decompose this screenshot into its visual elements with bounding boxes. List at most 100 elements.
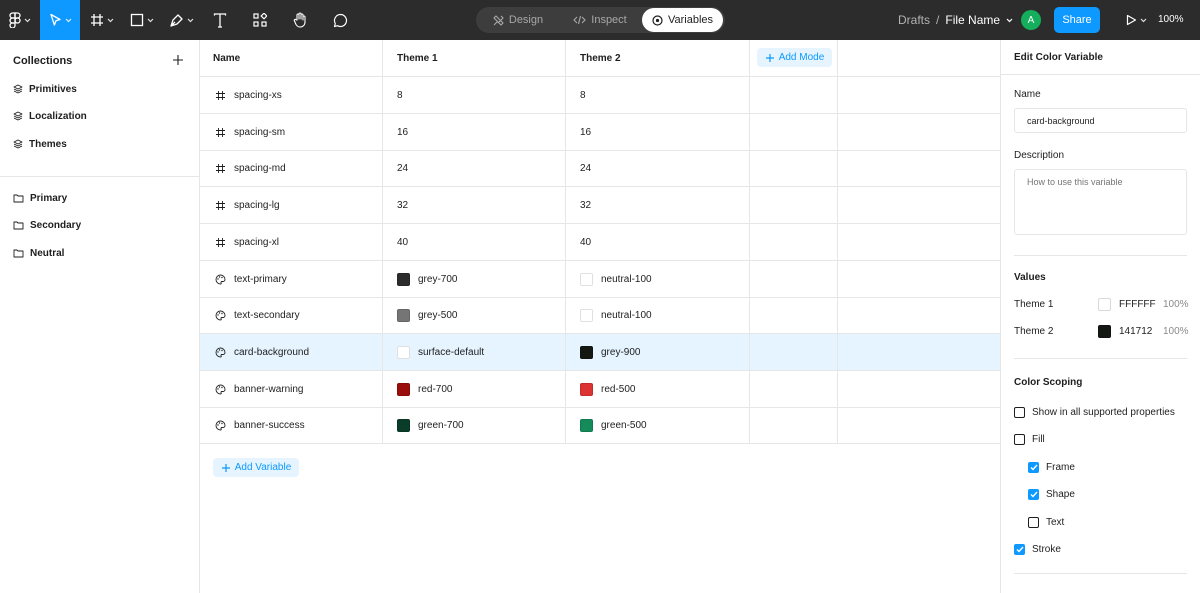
main-menu-button[interactable] <box>0 0 40 40</box>
folder-icon <box>13 249 24 257</box>
theme-1-value-cell[interactable]: surface-default <box>397 334 484 371</box>
theme-2-value-cell[interactable]: 8 <box>580 77 586 114</box>
table-row[interactable]: spacing-xl 40 40 <box>200 224 1000 261</box>
description-field[interactable] <box>1014 169 1187 235</box>
column-header-theme-1[interactable]: Theme 1 <box>397 40 438 77</box>
table-row[interactable]: spacing-lg 32 32 <box>200 187 1000 224</box>
variable-name-cell[interactable]: spacing-lg <box>215 187 280 224</box>
plus-icon[interactable] <box>172 54 184 66</box>
variable-name-cell[interactable]: text-secondary <box>215 297 300 334</box>
variable-name-cell[interactable]: text-primary <box>215 261 287 298</box>
value-row-theme-1[interactable]: Theme 1 FFFFFF 100% <box>1014 297 1189 313</box>
theme-1-value-cell[interactable]: red-700 <box>397 371 452 408</box>
scope-option-show-in-all-supported-properties[interactable]: Show in all supported properties <box>1014 405 1175 419</box>
color-swatch[interactable] <box>1098 325 1111 338</box>
color-variable-icon <box>215 274 226 284</box>
theme-1-value-cell[interactable]: 8 <box>397 77 403 114</box>
table-row[interactable]: text-primary grey-700 neutral-100 <box>200 261 1000 298</box>
theme-1-value-cell[interactable]: 40 <box>397 224 408 261</box>
add-mode-button[interactable]: Add Mode <box>757 48 832 67</box>
column-divider <box>565 40 566 444</box>
scope-option-shape[interactable]: Shape <box>1028 487 1075 501</box>
group-item-neutral[interactable]: Neutral <box>13 245 64 261</box>
shape-tool-button[interactable] <box>124 0 160 40</box>
text-tool-button[interactable] <box>207 0 233 40</box>
scope-option-fill[interactable]: Fill <box>1014 432 1045 446</box>
variable-name-cell[interactable]: banner-success <box>215 407 305 444</box>
variable-name-cell[interactable]: spacing-xs <box>215 77 282 114</box>
theme-2-value-cell[interactable]: red-500 <box>580 371 635 408</box>
add-mode-label: Add Mode <box>778 52 825 63</box>
resources-tool-button[interactable] <box>247 0 273 40</box>
tab-design[interactable]: Design <box>478 8 558 32</box>
theme-1-value-cell[interactable]: 24 <box>397 150 408 187</box>
scope-option-text[interactable]: Text <box>1028 515 1064 529</box>
color-swatch[interactable] <box>1098 298 1111 311</box>
zoom-level[interactable]: 100% <box>1158 14 1184 25</box>
hand-tool-button[interactable] <box>287 0 313 40</box>
table-row[interactable]: spacing-xs 8 8 <box>200 77 1000 114</box>
table-row[interactable]: card-background surface-default grey-900 <box>200 333 1000 371</box>
group-item-secondary[interactable]: Secondary <box>13 217 81 233</box>
file-name[interactable]: File Name <box>945 13 1000 27</box>
color-swatch <box>580 309 593 323</box>
table-row[interactable]: spacing-sm 16 16 <box>200 114 1000 151</box>
color-swatch <box>580 419 593 433</box>
add-variable-button[interactable]: Add Variable <box>213 458 299 477</box>
theme-1-value-cell[interactable]: 16 <box>397 114 408 151</box>
share-button[interactable]: Share <box>1054 7 1100 33</box>
checkbox[interactable] <box>1028 461 1039 473</box>
variable-name-cell[interactable]: spacing-xl <box>215 224 279 261</box>
pen-tool-button[interactable] <box>163 0 199 40</box>
table-row[interactable]: spacing-md 24 24 <box>200 150 1000 187</box>
checkbox[interactable] <box>1028 488 1039 500</box>
tab-inspect[interactable]: Inspect <box>558 8 642 32</box>
group-item-primary[interactable]: Primary <box>13 190 67 206</box>
frame-tool-button[interactable] <box>84 0 120 40</box>
theme-2-value-cell[interactable]: 16 <box>580 114 591 151</box>
avatar[interactable]: A <box>1021 10 1041 30</box>
theme-1-value-cell[interactable]: grey-700 <box>397 261 457 298</box>
theme-2-value-cell[interactable]: 24 <box>580 150 591 187</box>
name-input[interactable] <box>1014 108 1187 133</box>
hex-value[interactable]: FFFFFF <box>1119 299 1156 310</box>
comment-tool-button[interactable] <box>327 0 353 40</box>
tab-variables[interactable]: Variables <box>642 8 723 32</box>
table-row[interactable]: banner-success green-700 green-500 <box>200 407 1000 444</box>
theme-2-value-cell[interactable]: neutral-100 <box>580 261 652 298</box>
theme-1-value-cell[interactable]: grey-500 <box>397 297 457 334</box>
value-row-theme-2[interactable]: Theme 2 141712 100% <box>1014 324 1189 340</box>
variable-value: grey-500 <box>418 310 458 322</box>
theme-2-value-cell[interactable]: 32 <box>580 187 591 224</box>
opacity-value[interactable]: 100% <box>1163 326 1189 337</box>
chevron-down-icon[interactable] <box>1006 18 1013 23</box>
theme-2-value-cell[interactable]: neutral-100 <box>580 297 652 334</box>
opacity-value[interactable]: 100% <box>1163 299 1189 310</box>
scope-option-stroke[interactable]: Stroke <box>1014 542 1061 556</box>
theme-2-value-cell[interactable]: 40 <box>580 224 591 261</box>
theme-1-value-cell[interactable]: 32 <box>397 187 408 224</box>
checkbox[interactable] <box>1014 543 1025 555</box>
move-tool-button[interactable] <box>40 0 80 40</box>
checkbox[interactable] <box>1014 433 1025 445</box>
theme-2-value-cell[interactable]: green-500 <box>580 407 647 444</box>
table-row[interactable]: banner-warning red-700 red-500 <box>200 371 1000 408</box>
breadcrumb-drafts[interactable]: Drafts <box>898 13 930 27</box>
table-row[interactable]: text-secondary grey-500 neutral-100 <box>200 297 1000 334</box>
collection-item-primitives[interactable]: Primitives <box>13 81 77 97</box>
column-header-theme-2[interactable]: Theme 2 <box>580 40 621 77</box>
checkbox[interactable] <box>1014 406 1025 418</box>
variable-name-cell[interactable]: spacing-md <box>215 150 286 187</box>
collection-item-localization[interactable]: Localization <box>13 108 87 124</box>
checkbox[interactable] <box>1028 516 1039 528</box>
variable-name-cell[interactable]: banner-warning <box>215 371 304 408</box>
hex-value[interactable]: 141712 <box>1119 326 1152 337</box>
present-button[interactable] <box>1120 0 1152 40</box>
variable-name-cell[interactable]: card-background <box>215 334 309 371</box>
variable-name-cell[interactable]: spacing-sm <box>215 114 285 151</box>
color-variable-icon <box>215 310 226 321</box>
scope-option-frame[interactable]: Frame <box>1028 460 1075 474</box>
collection-item-themes[interactable]: Themes <box>13 136 67 152</box>
theme-1-value-cell[interactable]: green-700 <box>397 407 464 444</box>
theme-2-value-cell[interactable]: grey-900 <box>580 334 640 371</box>
